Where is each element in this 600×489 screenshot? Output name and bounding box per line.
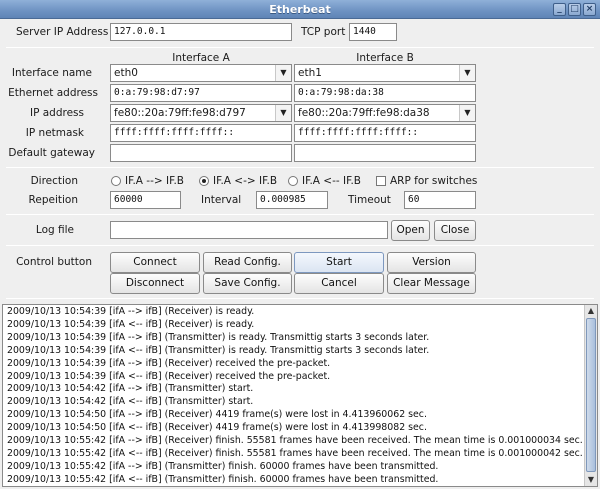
arp-switch-label[interactable]: ARP for switches	[390, 172, 477, 190]
timeout-input[interactable]: 60	[404, 191, 476, 209]
interface-b-gateway-input[interactable]	[294, 144, 476, 162]
server-ip-input[interactable]: 127.0.0.1	[110, 23, 292, 41]
chevron-down-icon[interactable]: ▼	[459, 65, 475, 81]
direction-radio-bidirectional[interactable]	[199, 176, 209, 186]
ip-netmask-label: IP netmask	[25, 127, 84, 139]
log-line: 2009/10/13 10:55:42 [ifA <-- ifB] (Trans…	[7, 473, 439, 485]
read-config-button[interactable]: Read Config.	[203, 252, 292, 273]
interface-b-netmask-input[interactable]: ffff:ffff:ffff:ffff::	[294, 124, 476, 142]
disconnect-button[interactable]: Disconnect	[110, 273, 200, 294]
interval-input[interactable]: 0.000985	[256, 191, 328, 209]
interface-a-ip-value: fe80::20a:79ff:fe98:d797	[114, 107, 246, 119]
control-button-label: Control button	[16, 256, 92, 268]
log-line: 2009/10/13 10:54:39 [ifA --> ifB] (Trans…	[7, 331, 430, 343]
scroll-up-icon[interactable]: ▲	[585, 305, 597, 317]
interface-a-name-value: eth0	[114, 67, 138, 79]
chevron-down-icon[interactable]: ▼	[275, 65, 291, 81]
separator	[6, 245, 594, 246]
separator	[6, 298, 594, 299]
start-button[interactable]: Start	[294, 252, 384, 273]
message-log-lines: 2009/10/13 10:54:39 [ifA --> ifB] (Recei…	[3, 305, 597, 486]
log-line: 2009/10/13 10:55:42 [ifA --> ifB] (Recei…	[7, 435, 583, 447]
log-file-input[interactable]	[110, 221, 388, 239]
close-log-button[interactable]: Close	[434, 220, 476, 241]
open-log-button[interactable]: Open	[391, 220, 430, 241]
scrollbar-thumb[interactable]	[586, 318, 596, 472]
separator	[6, 47, 594, 48]
tcp-port-input[interactable]: 1440	[349, 23, 397, 41]
direction-label: Direction	[30, 175, 78, 187]
log-file-label: Log file	[35, 224, 74, 236]
server-ip-label: Server IP Address	[16, 26, 109, 38]
interface-b-ip-value: fe80::20a:79ff:fe98:da38	[298, 107, 430, 119]
log-line: 2009/10/13 10:54:39 [ifA --> ifB] (Recei…	[7, 306, 255, 317]
log-line: 2009/10/13 10:54:50 [ifA <-- ifB] (Recei…	[7, 422, 427, 434]
repetition-input[interactable]: 60000	[110, 191, 181, 209]
interface-b-name-select[interactable]: eth1 ▼	[294, 64, 476, 82]
connect-button[interactable]: Connect	[110, 252, 200, 273]
ethernet-address-label: Ethernet address	[8, 87, 98, 99]
chevron-down-icon[interactable]: ▼	[275, 105, 291, 121]
repetition-label: Repeition	[28, 194, 78, 206]
title-bar[interactable]: Etherbeat	[0, 0, 600, 19]
ip-address-label: IP address	[29, 107, 84, 119]
version-button[interactable]: Version	[387, 252, 476, 273]
log-line: 2009/10/13 10:54:39 [ifA --> ifB] (Recei…	[7, 357, 331, 369]
log-line: 2009/10/13 10:54:42 [ifA <-- ifB] (Trans…	[7, 396, 254, 408]
cancel-button[interactable]: Cancel	[294, 273, 384, 294]
interface-a-ethernet-input[interactable]: 0:a:79:98:d7:97	[110, 84, 292, 102]
log-line: 2009/10/13 10:54:42 [ifA --> ifB] (Trans…	[7, 383, 254, 395]
interval-label: Interval	[201, 194, 242, 206]
default-gateway-label: Default gateway	[8, 147, 95, 159]
close-icon[interactable]: ×	[583, 3, 596, 16]
log-line: 2009/10/13 10:54:39 [ifA <-- ifB] (Recei…	[7, 318, 255, 330]
interface-b-ip-select[interactable]: fe80::20a:79ff:fe98:da38 ▼	[294, 104, 476, 122]
interface-b-ethernet-input[interactable]: 0:a:79:98:da:38	[294, 84, 476, 102]
separator	[6, 167, 594, 168]
minimize-icon[interactable]: _	[553, 3, 566, 16]
clear-message-button[interactable]: Clear Message	[387, 273, 476, 294]
chevron-down-icon[interactable]: ▼	[459, 105, 475, 121]
timeout-label: Timeout	[348, 194, 391, 206]
direction-radio-a-to-b[interactable]	[111, 176, 121, 186]
log-line: 2009/10/13 10:54:39 [ifA <-- ifB] (Trans…	[7, 344, 430, 356]
direction-option-b-to-a[interactable]: IF.A <-- IF.B	[302, 172, 361, 190]
interface-name-label: Interface name	[11, 67, 92, 79]
log-scrollbar[interactable]: ▲ ▼	[584, 305, 597, 486]
direction-option-bidirectional[interactable]: IF.A <-> IF.B	[213, 172, 277, 190]
maximize-icon[interactable]: □	[568, 3, 581, 16]
interface-b-name-value: eth1	[298, 67, 322, 79]
log-line: 2009/10/13 10:54:50 [ifA --> ifB] (Recei…	[7, 409, 427, 421]
scroll-down-icon[interactable]: ▼	[585, 474, 597, 486]
direction-radio-b-to-a[interactable]	[288, 176, 298, 186]
interface-a-gateway-input[interactable]	[110, 144, 292, 162]
arp-switch-checkbox[interactable]	[376, 176, 386, 186]
save-config-button[interactable]: Save Config.	[203, 273, 292, 294]
interface-a-netmask-input[interactable]: ffff:ffff:ffff:ffff::	[110, 124, 292, 142]
log-line: 2009/10/13 10:54:39 [ifA <-- ifB] (Recei…	[7, 370, 331, 382]
direction-option-a-to-b[interactable]: IF.A --> IF.B	[125, 172, 184, 190]
tcp-port-label: TCP port	[301, 26, 346, 38]
separator	[6, 214, 594, 215]
interface-a-ip-select[interactable]: fe80::20a:79ff:fe98:d797 ▼	[110, 104, 292, 122]
log-line: 2009/10/13 10:55:42 [ifA --> ifB] (Trans…	[7, 460, 439, 472]
interface-a-name-select[interactable]: eth0 ▼	[110, 64, 292, 82]
message-log[interactable]: 2009/10/13 10:54:39 [ifA --> ifB] (Recei…	[2, 304, 598, 487]
window-title: Etherbeat	[269, 3, 331, 16]
log-line: 2009/10/13 10:55:42 [ifA <-- ifB] (Recei…	[7, 447, 583, 459]
